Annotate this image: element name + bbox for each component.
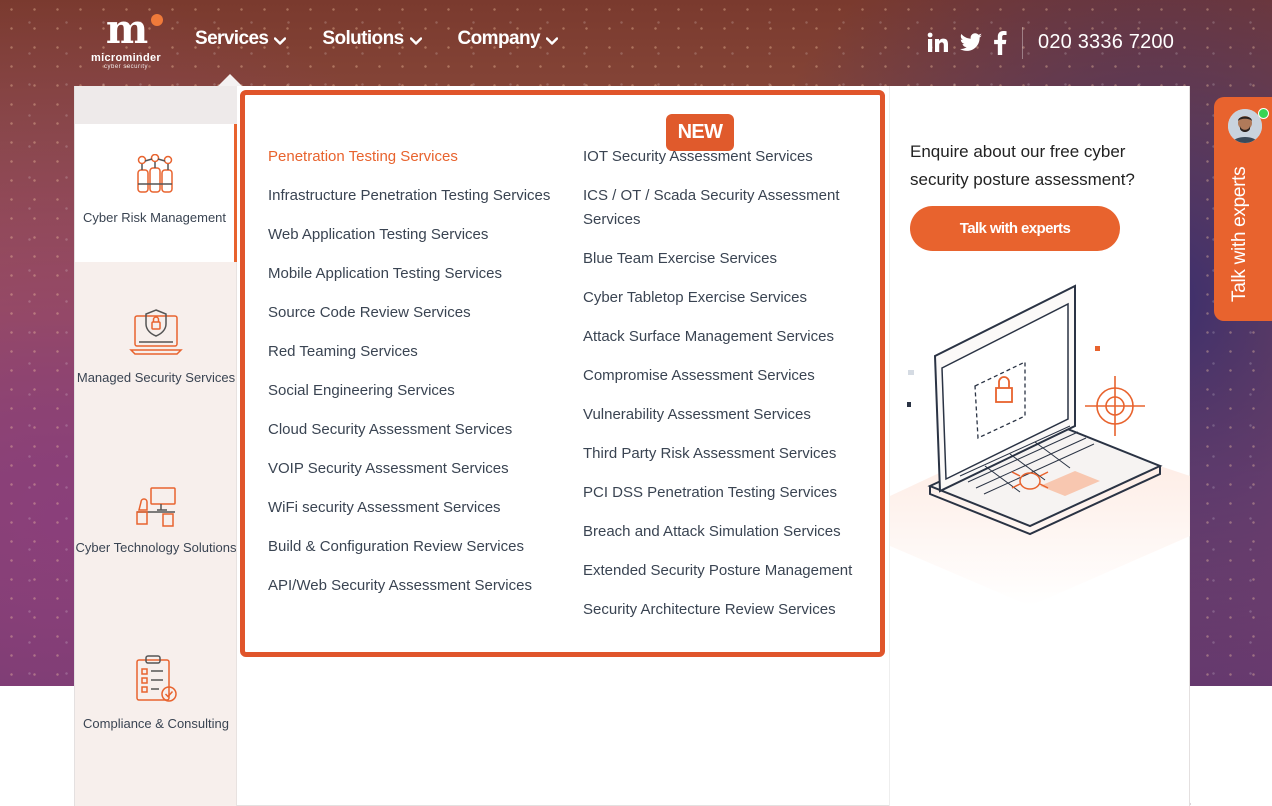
service-link[interactable]: WiFi security Assessment Services bbox=[268, 496, 568, 520]
nav-solutions-label: Solutions bbox=[322, 28, 404, 49]
online-status-dot bbox=[1258, 108, 1269, 119]
promo-panel: Enquire about our free cyber security po… bbox=[889, 86, 1190, 806]
services-column-left: Penetration Testing Services Infrastructu… bbox=[268, 145, 568, 613]
service-link[interactable]: Web Application Testing Services bbox=[268, 223, 568, 247]
service-link[interactable]: Social Engineering Services bbox=[268, 379, 568, 403]
service-link[interactable]: Cyber Tabletop Exercise Services bbox=[583, 286, 873, 310]
sidebar-item-label: Managed Security Services bbox=[76, 370, 236, 385]
service-link[interactable]: Build & Configuration Review Services bbox=[268, 535, 568, 559]
service-link[interactable]: Source Code Review Services bbox=[268, 301, 568, 325]
twitter-icon[interactable] bbox=[959, 32, 983, 59]
nav-services-label: Services bbox=[195, 28, 269, 49]
category-sidebar: Cyber Risk Management Managed Security S… bbox=[75, 86, 237, 806]
talk-with-experts-button[interactable]: Talk with experts bbox=[910, 206, 1120, 251]
logo-dot bbox=[151, 14, 163, 26]
chevron-down-icon bbox=[545, 37, 558, 45]
logo[interactable]: m microminder cyber security bbox=[84, 10, 168, 74]
talk-with-experts-tab-label: Talk with experts bbox=[1229, 166, 1250, 302]
service-link[interactable]: API/Web Security Assessment Services bbox=[268, 574, 568, 598]
hands-network-icon bbox=[136, 154, 173, 193]
sidebar-item-label: Cyber Technology Solutions bbox=[75, 540, 237, 555]
service-link[interactable]: Blue Team Exercise Services bbox=[583, 247, 873, 271]
service-link[interactable]: Infrastructure Penetration Testing Servi… bbox=[268, 184, 568, 208]
talk-with-experts-tab[interactable]: Talk with experts bbox=[1214, 97, 1272, 321]
service-link[interactable]: ICS / OT / Scada Security Assessment Ser… bbox=[583, 184, 873, 232]
services-mega-menu: Cyber Risk Management Managed Security S… bbox=[74, 86, 1190, 806]
service-link[interactable]: Mobile Application Testing Services bbox=[268, 262, 568, 286]
header-divider bbox=[1022, 27, 1023, 59]
logo-tagline: cyber security bbox=[103, 64, 148, 70]
chevron-down-icon bbox=[409, 37, 422, 45]
services-list-panel: NEW Penetration Testing Services Infrastr… bbox=[240, 90, 885, 657]
main-nav: Services Solutions Company bbox=[195, 28, 594, 50]
service-link[interactable]: Extended Security Posture Management bbox=[583, 559, 873, 583]
laptop-shield-icon bbox=[129, 309, 183, 355]
service-link[interactable]: IOT Security Assessment Services bbox=[583, 145, 873, 169]
service-link[interactable]: Compromise Assessment Services bbox=[583, 364, 873, 388]
service-link[interactable]: Cloud Security Assessment Services bbox=[268, 418, 568, 442]
sidebar-item-managed-security-services[interactable]: Managed Security Services bbox=[75, 306, 237, 387]
site-header: m microminder cyber security Services So… bbox=[0, 0, 1272, 88]
service-link[interactable]: Red Teaming Services bbox=[268, 340, 568, 364]
social-links bbox=[927, 31, 1017, 60]
linkedin-icon[interactable] bbox=[927, 32, 949, 59]
sidebar-item-cyber-risk-management[interactable]: Cyber Risk Management bbox=[75, 124, 237, 262]
sidebar-item-compliance-consulting[interactable]: Compliance & Consulting bbox=[75, 654, 237, 733]
avatar bbox=[1228, 109, 1262, 143]
phone-number[interactable]: 020 3336 7200 bbox=[1038, 31, 1174, 54]
sidebar-item-label: Cyber Risk Management bbox=[82, 210, 227, 225]
service-link[interactable]: Vulnerability Assessment Services bbox=[583, 403, 873, 427]
facebook-icon[interactable] bbox=[993, 31, 1007, 60]
sidebar-top-spacer bbox=[75, 86, 237, 124]
logo-wordmark: microminder bbox=[91, 52, 161, 64]
service-link[interactable]: Security Architecture Review Services bbox=[583, 598, 873, 622]
sidebar-item-label: Compliance & Consulting bbox=[83, 716, 229, 731]
services-column-right: IOT Security Assessment Services ICS / OT… bbox=[583, 145, 873, 637]
nav-company-label: Company bbox=[457, 28, 541, 49]
sidebar-item-cyber-technology-solutions[interactable]: Cyber Technology Solutions bbox=[75, 484, 237, 557]
promo-text: Enquire about our free cyber security po… bbox=[910, 142, 1135, 189]
service-link[interactable]: Penetration Testing Services bbox=[268, 145, 568, 169]
service-link[interactable]: Breach and Attack Simulation Services bbox=[583, 520, 873, 544]
laptop-security-illustration bbox=[890, 284, 1190, 606]
service-link[interactable]: PCI DSS Penetration Testing Services bbox=[583, 481, 873, 505]
workstation-icon bbox=[136, 487, 176, 527]
service-link[interactable]: Attack Surface Management Services bbox=[583, 325, 873, 349]
nav-solutions[interactable]: Solutions bbox=[322, 28, 422, 50]
service-link[interactable]: VOIP Security Assessment Services bbox=[268, 457, 568, 481]
nav-services[interactable]: Services bbox=[195, 28, 287, 50]
service-link[interactable]: Third Party Risk Assessment Services bbox=[583, 442, 873, 466]
checklist-icon bbox=[136, 655, 177, 702]
nav-company[interactable]: Company bbox=[458, 28, 558, 50]
chevron-down-icon bbox=[274, 37, 287, 45]
